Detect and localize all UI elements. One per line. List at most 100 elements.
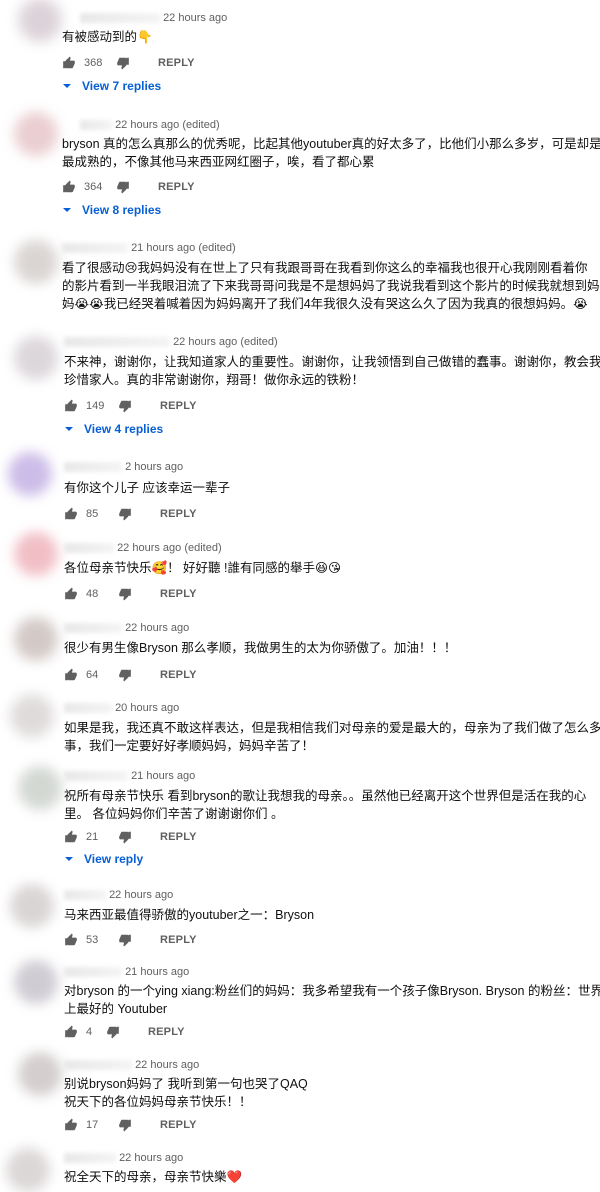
thumbs-down-icon[interactable] [118, 668, 132, 682]
timestamp[interactable]: 20 hours ago [115, 702, 179, 714]
avatar[interactable] [18, 0, 62, 42]
comment-meta: 22 hours ago [64, 1152, 183, 1164]
comment-text: 对bryson 的一个ying xiang:粉丝们的妈妈：我多希望我有一个孩子像… [64, 984, 600, 1016]
comment-text: 祝所有母亲节快乐 看到bryson的歌让我想我的母亲。。虽然他已经离开这个世界但… [64, 789, 587, 821]
timestamp[interactable]: 22 hours ago (edited) [173, 336, 278, 348]
reply-button[interactable]: REPLY [160, 400, 197, 412]
comment-meta: 2 hours ago [64, 461, 183, 473]
timestamp[interactable]: 22 hours ago [109, 889, 173, 901]
timestamp[interactable]: 22 hours ago [125, 622, 189, 634]
view-replies-button[interactable]: View 8 replies [62, 203, 161, 217]
comment-actions: 53 REPLY [64, 931, 197, 949]
comment-meta: 22 hours ago [64, 889, 173, 901]
chevron-down-icon [63, 208, 71, 212]
timestamp[interactable]: 22 hours ago [163, 12, 227, 24]
reply-button[interactable]: REPLY [160, 1119, 197, 1131]
like-count: 21 [86, 831, 99, 843]
thumbs-up-icon[interactable] [64, 399, 78, 413]
view-replies-button[interactable]: View 7 replies [62, 79, 161, 93]
like-count: 149 [86, 400, 105, 412]
author-name[interactable] [64, 890, 106, 901]
author-name[interactable] [64, 337, 170, 348]
reply-button[interactable]: REPLY [158, 181, 195, 193]
view-replies-button[interactable]: View 4 replies [64, 422, 163, 436]
author-name[interactable] [64, 771, 128, 782]
comment-meta: 20 hours ago [64, 702, 179, 714]
timestamp[interactable]: 22 hours ago (edited) [115, 119, 220, 131]
timestamp[interactable]: 22 hours ago [119, 1152, 183, 1164]
author-name[interactable] [64, 703, 112, 714]
timestamp[interactable]: 2 hours ago [125, 461, 183, 473]
thumbs-up-icon[interactable] [64, 933, 78, 947]
thumbs-down-icon[interactable] [118, 399, 132, 413]
avatar[interactable] [6, 1148, 50, 1192]
thumbs-down-icon[interactable] [116, 56, 130, 70]
timestamp[interactable]: 21 hours ago (edited) [131, 242, 236, 254]
comment-text: 马来西亚最值得骄傲的youtuber之一：Bryson [64, 908, 315, 922]
thumbs-down-icon[interactable] [116, 180, 130, 194]
timestamp[interactable]: 22 hours ago (edited) [117, 542, 222, 554]
chevron-down-icon [65, 427, 73, 431]
author-name[interactable] [64, 543, 114, 554]
view-replies-button[interactable]: View reply [64, 852, 143, 866]
like-count: 85 [86, 508, 99, 520]
author-name[interactable] [64, 623, 122, 634]
thumbs-up-icon[interactable] [64, 1025, 78, 1039]
comment-actions: 149 REPLY [64, 397, 197, 415]
author-name[interactable] [62, 243, 128, 254]
comment-meta: 21 hours ago [64, 770, 195, 782]
thumbs-up-icon[interactable] [62, 56, 76, 70]
author-name[interactable] [64, 1060, 132, 1071]
thumbs-down-icon[interactable] [106, 1025, 120, 1039]
comment-meta: 21 hours ago [64, 966, 189, 978]
comment-actions: 368 REPLY [62, 54, 195, 72]
comment-text: 如果是我，我还真不敢这样表达，但是我相信我们对母亲的爱是最大的，母亲为了我们做了… [64, 721, 600, 753]
timestamp[interactable]: 21 hours ago [125, 966, 189, 978]
thumbs-down-icon[interactable] [118, 830, 132, 844]
avatar[interactable] [14, 112, 58, 156]
reply-button[interactable]: REPLY [160, 508, 197, 520]
reply-button[interactable]: REPLY [148, 1026, 185, 1038]
comment-actions: 85 REPLY [64, 505, 197, 523]
comment-actions: 17 REPLY [64, 1116, 197, 1134]
thumbs-up-icon[interactable] [64, 1118, 78, 1132]
avatar[interactable] [14, 532, 58, 576]
timestamp[interactable]: 21 hours ago [131, 770, 195, 782]
avatar[interactable] [8, 452, 52, 496]
thumbs-down-icon[interactable] [118, 933, 132, 947]
thumbs-up-icon[interactable] [64, 587, 78, 601]
avatar[interactable] [14, 240, 58, 284]
author-name[interactable] [64, 462, 122, 473]
comment-text: bryson 真的怎么真那么的优秀呢，比起其他youtuber真的好太多了，比他… [62, 137, 600, 169]
author-name[interactable] [80, 13, 160, 24]
avatar[interactable] [18, 1052, 62, 1096]
comment-meta: 22 hours ago (edited) [80, 119, 220, 131]
thumbs-down-icon[interactable] [118, 587, 132, 601]
reply-button[interactable]: REPLY [160, 934, 197, 946]
thumbs-down-icon[interactable] [118, 1118, 132, 1132]
comment-text: 有你这个儿子 应该幸运一辈子 [64, 481, 230, 495]
comment-actions: 21 REPLY [64, 828, 197, 846]
like-count: 64 [86, 669, 99, 681]
reply-button[interactable]: REPLY [160, 831, 197, 843]
avatar[interactable] [10, 884, 54, 928]
author-name[interactable] [80, 120, 112, 131]
thumbs-up-icon[interactable] [64, 830, 78, 844]
avatar[interactable] [18, 766, 62, 810]
timestamp[interactable]: 22 hours ago [135, 1059, 199, 1071]
thumbs-up-icon[interactable] [62, 180, 76, 194]
thumbs-up-icon[interactable] [64, 507, 78, 521]
avatar[interactable] [14, 336, 58, 380]
author-name[interactable] [64, 967, 122, 978]
avatar[interactable] [14, 617, 58, 661]
thumbs-up-icon[interactable] [64, 668, 78, 682]
avatar[interactable] [14, 960, 58, 1004]
comment-text: 祝全天下的母亲，母亲节快樂❤️ [64, 1170, 243, 1184]
reply-button[interactable]: REPLY [160, 669, 197, 681]
reply-button[interactable]: REPLY [160, 588, 197, 600]
reply-button[interactable]: REPLY [158, 57, 195, 69]
thumbs-down-icon[interactable] [118, 507, 132, 521]
author-name[interactable] [64, 1153, 116, 1164]
avatar[interactable] [10, 694, 54, 738]
comment-text: 很少有男生像Bryson 那么孝顺，我做男生的太为你骄傲了。加油！！！ [64, 641, 457, 655]
